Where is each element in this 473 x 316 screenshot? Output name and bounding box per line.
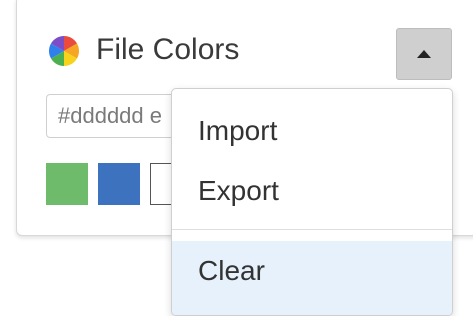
caret-up-icon xyxy=(417,50,431,58)
swatch-green[interactable] xyxy=(46,163,88,205)
color-palette-icon xyxy=(49,36,79,66)
panel-title: File Colors xyxy=(96,33,240,66)
menu-item-import[interactable]: Import xyxy=(172,101,452,161)
menu-item-export[interactable]: Export xyxy=(172,161,452,221)
dropdown-menu: Import Export Clear xyxy=(171,88,453,316)
menu-divider xyxy=(172,229,452,230)
menu-item-clear[interactable]: Clear xyxy=(172,241,452,315)
swatch-blue[interactable] xyxy=(98,163,140,205)
collapse-button[interactable] xyxy=(396,28,452,80)
